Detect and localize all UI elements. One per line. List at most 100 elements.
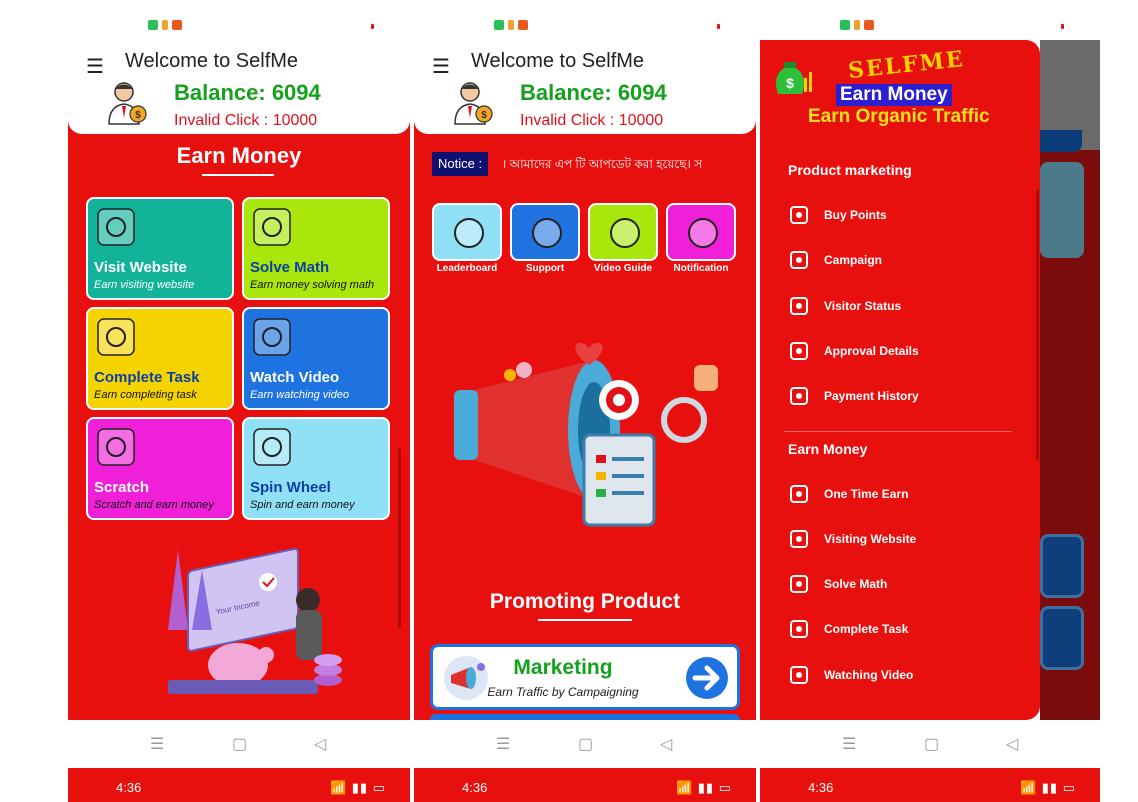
globe-location-icon [97, 208, 135, 246]
earn-card[interactable]: Complete Task Earn completing task [86, 307, 234, 410]
drawer-item-payment-history[interactable]: Payment History [788, 385, 1018, 407]
status-bar-top [760, 18, 1100, 36]
drawer-item-complete-task[interactable]: Complete Task [788, 618, 1018, 640]
signal-battery-icons: 📶 ▮▮ ▭ [329, 780, 386, 795]
task-icon [790, 620, 808, 639]
tile-video-guide[interactable] [588, 203, 658, 261]
marketing-title: Marketing [513, 656, 613, 679]
scrollbar[interactable] [398, 448, 401, 628]
video-guide-icon [610, 218, 640, 248]
tile-support[interactable] [510, 203, 580, 261]
earn-card[interactable]: Visit Website Earn visiting website [86, 197, 234, 300]
drawer-item-label: Watching Video [824, 667, 914, 682]
app-header: ☰ Welcome to SelfMe $ Balance: 6094 Inva… [414, 40, 756, 134]
back-icon[interactable]: ◁ [1006, 734, 1018, 754]
tile-label: Leaderboard [436, 263, 498, 274]
earn-card-subtitle: Earn visiting website [94, 279, 195, 291]
system-nav-bar: ☰ ▢ ◁ [68, 720, 410, 768]
status-bar-bottom: 4:36 📶 ▮▮ ▭ [760, 768, 1100, 802]
drawer-item-label: Visitor Status [824, 298, 902, 313]
signal-battery-icons: 📶 ▮▮ ▭ [1019, 780, 1076, 795]
arrow-right-icon[interactable] [685, 656, 729, 700]
back-icon[interactable]: ◁ [314, 734, 326, 754]
navigation-drawer: $ SELFME Earn Money Earn Organic Traffic… [760, 40, 1040, 720]
home-icon[interactable]: ▢ [578, 734, 593, 754]
back-icon[interactable]: ◁ [660, 734, 672, 754]
earn-card-subtitle: Scratch and earn money [94, 499, 214, 511]
drawer-item-approval-details[interactable]: Approval Details [788, 340, 1018, 362]
menu-icon[interactable]: ☰ [432, 54, 450, 79]
status-bar-top [68, 18, 410, 36]
section-underline [538, 619, 632, 621]
system-nav-bar: ☰ ▢ ◁ [414, 720, 756, 768]
one-time-earn-icon [790, 484, 808, 503]
recent-apps-icon[interactable]: ☰ [842, 734, 856, 754]
earn-card[interactable]: Spin Wheel Spin and earn money [242, 417, 390, 520]
signal-battery-icons: 📶 ▮▮ ▭ [675, 780, 732, 795]
marketing-subtitle: Earn Traffic by Campaigning [487, 685, 639, 699]
drawer-headline-organic: Earn Organic Traffic [808, 106, 990, 127]
clock: 4:36 [116, 780, 142, 795]
drawer-item-label: Solve Math [824, 577, 888, 592]
screen-drawer: $ SELFME Earn Money Earn Organic Traffic… [760, 0, 1100, 802]
svg-text:$: $ [135, 110, 141, 121]
section-title-promoting-product: Promoting Product [489, 590, 681, 613]
home-icon[interactable]: ▢ [232, 734, 247, 754]
income-illustration: Your Income [168, 547, 342, 694]
earn-card-subtitle: Earn watching video [250, 389, 350, 401]
drawer-item-campaign[interactable]: Campaign [788, 249, 1018, 271]
drawer-item-visiting-website[interactable]: Visiting Website [788, 528, 1018, 550]
drawer-item-label: One Time Earn [824, 486, 909, 501]
drawer-divider [784, 430, 1012, 432]
recent-apps-icon[interactable]: ☰ [150, 734, 164, 754]
user-avatar-icon[interactable]: $ [106, 80, 148, 126]
section-title-earn-money: Earn Money [176, 143, 302, 168]
status-bar-bottom: 4:36 📶 ▮▮ ▭ [68, 768, 410, 802]
invalid-click-text: Invalid Click : 10000 [520, 112, 664, 129]
drawer-item-buy-points[interactable]: Buy Points [788, 204, 1018, 226]
drawer-item-visitor-status[interactable]: Visitor Status [788, 295, 1018, 317]
bell-icon [688, 218, 718, 248]
drawer-item-watching-video[interactable]: Watching Video [788, 664, 1018, 686]
tile-label: Notification [673, 263, 729, 274]
drawer-item-one-time-earn[interactable]: One Time Earn [788, 483, 1018, 505]
drawer-scrollbar[interactable] [1036, 190, 1039, 460]
dimmed-content[interactable] [1040, 40, 1100, 720]
recent-apps-icon[interactable]: ☰ [496, 734, 510, 754]
task-list-icon [97, 318, 135, 356]
drawer-item-label: Complete Task [824, 622, 909, 637]
scratch-card-icon [97, 428, 135, 466]
tile-leaderboard[interactable] [432, 203, 502, 261]
notice-label: Notice : [432, 152, 489, 176]
drawer-section-title: Product marketing [788, 162, 912, 178]
money-bag-icon: $ [776, 62, 812, 94]
megaphone-illustration [454, 342, 718, 527]
home-icon[interactable]: ▢ [924, 734, 939, 754]
tile-notification[interactable] [666, 203, 736, 261]
system-nav-bar: ☰ ▢ ◁ [760, 720, 1100, 768]
campaign-icon [790, 251, 808, 270]
earn-card[interactable]: Watch Video Earn watching video [242, 307, 390, 410]
video-icon [790, 665, 808, 684]
marketing-card[interactable]: Marketing Earn Traffic by Campaigning [430, 644, 740, 710]
clock: 4:36 [462, 780, 488, 795]
earn-card-title: Solve Math [250, 259, 330, 276]
drawer-item-label: Visiting Website [824, 531, 917, 546]
trophy-podium-icon [454, 218, 484, 248]
math-icon [790, 575, 808, 594]
menu-icon[interactable]: ☰ [86, 54, 104, 79]
svg-text:$: $ [786, 75, 794, 91]
earn-card[interactable]: Scratch Scratch and earn money [86, 417, 234, 520]
handshake-icon [532, 218, 562, 248]
user-avatar-icon[interactable]: $ [452, 80, 494, 126]
drawer-headline-earn-money: Earn Money [836, 84, 952, 106]
notice-text: । আমাদের এপ টি আপডেট করা হয়েছে। স [502, 157, 703, 171]
status-bar-bottom: 4:36 📶 ▮▮ ▭ [414, 768, 756, 802]
balance-text: Balance: 6094 [174, 80, 321, 105]
tile-label: Video Guide [593, 263, 653, 274]
section-underline [202, 174, 274, 176]
earn-card[interactable]: Solve Math Earn money solving math [242, 197, 390, 300]
drawer-item-label: Payment History [824, 389, 919, 404]
drawer-item-solve-math[interactable]: Solve Math [788, 573, 1018, 595]
drawer-item-label: Approval Details [824, 343, 919, 358]
